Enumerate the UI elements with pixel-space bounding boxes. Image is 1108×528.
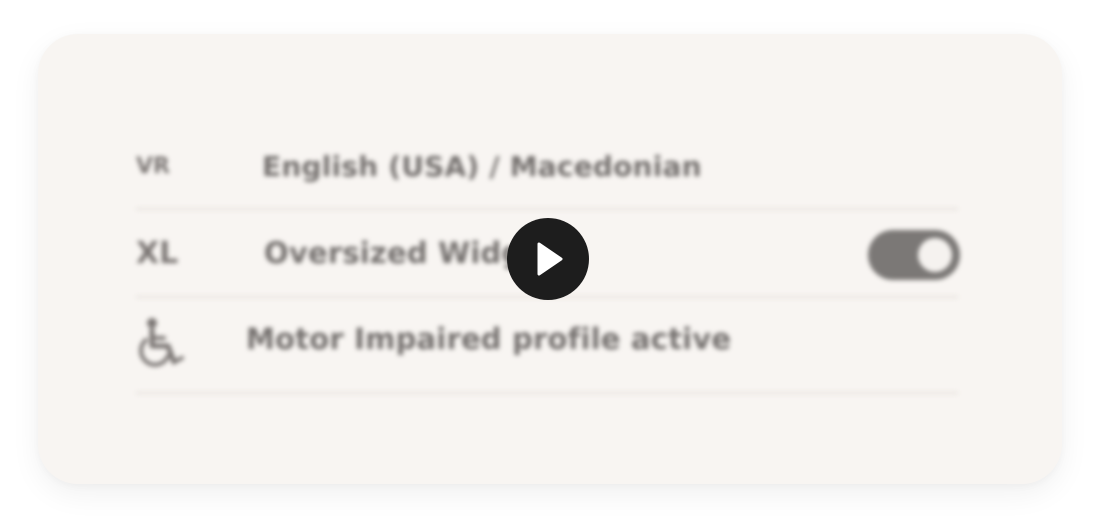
video-frame: VR English (USA) / Macedonian XL Oversiz… (0, 0, 1108, 528)
language-row: VR English (USA) / Macedonian (136, 132, 958, 210)
vr-label: VR (136, 154, 170, 179)
xl-label: XL (136, 236, 179, 271)
motor-impaired-row: Motor Impaired profile active (136, 296, 958, 394)
play-icon (537, 242, 563, 276)
language-text: English (USA) / Macedonian (262, 150, 702, 183)
play-button[interactable] (507, 218, 589, 300)
oversized-widgets-toggle[interactable] (868, 230, 960, 280)
toggle-knob (918, 238, 952, 272)
wheelchair-icon (136, 316, 190, 370)
motor-impaired-text: Motor Impaired profile active (246, 322, 732, 356)
